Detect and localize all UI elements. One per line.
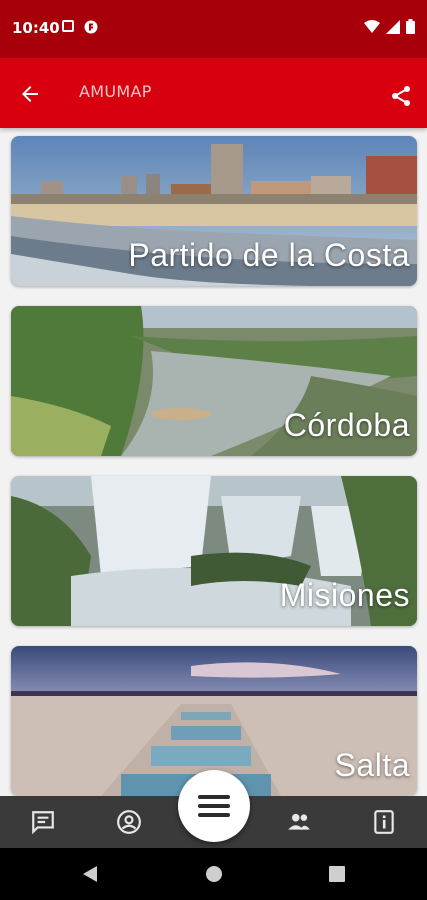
info-icon[interactable] xyxy=(371,809,397,835)
destination-card-misiones[interactable]: Misiones xyxy=(11,476,417,626)
account-circle-icon[interactable] xyxy=(116,809,142,835)
app-notification-icon xyxy=(84,20,98,34)
recents-square-icon[interactable] xyxy=(329,866,345,882)
card-label: Misiones xyxy=(279,577,410,613)
arrow-back-icon[interactable] xyxy=(18,82,42,106)
status-bar: 10:40 xyxy=(0,0,427,58)
app-title: AMUMAP xyxy=(79,82,152,101)
destination-card-cordoba[interactable]: Córdoba xyxy=(11,306,417,456)
notification-square-icon xyxy=(62,20,74,32)
card-label: Salta xyxy=(334,747,410,783)
menu-icon xyxy=(198,795,230,799)
card-label: Córdoba xyxy=(283,407,410,443)
wifi-icon xyxy=(364,19,380,33)
battery-icon xyxy=(406,19,415,34)
group-icon[interactable] xyxy=(286,809,312,835)
signal-icon xyxy=(386,19,400,34)
app-bar: AMUMAP xyxy=(0,58,427,128)
status-time: 10:40 xyxy=(12,19,60,37)
menu-button[interactable] xyxy=(178,770,250,842)
destination-card-partido-de-la-costa[interactable]: Partido de la Costa xyxy=(11,136,417,286)
status-notifications xyxy=(62,20,98,34)
back-triangle-icon[interactable] xyxy=(81,865,99,883)
home-circle-icon[interactable] xyxy=(205,865,223,883)
destination-list[interactable]: Partido de la Costa Córdoba Misiones Sal… xyxy=(0,128,427,796)
card-label: Partido de la Costa xyxy=(128,237,410,273)
system-navigation-bar xyxy=(0,848,427,900)
share-icon[interactable] xyxy=(389,84,413,108)
chat-icon[interactable] xyxy=(30,809,56,835)
status-system-icons xyxy=(364,19,415,34)
